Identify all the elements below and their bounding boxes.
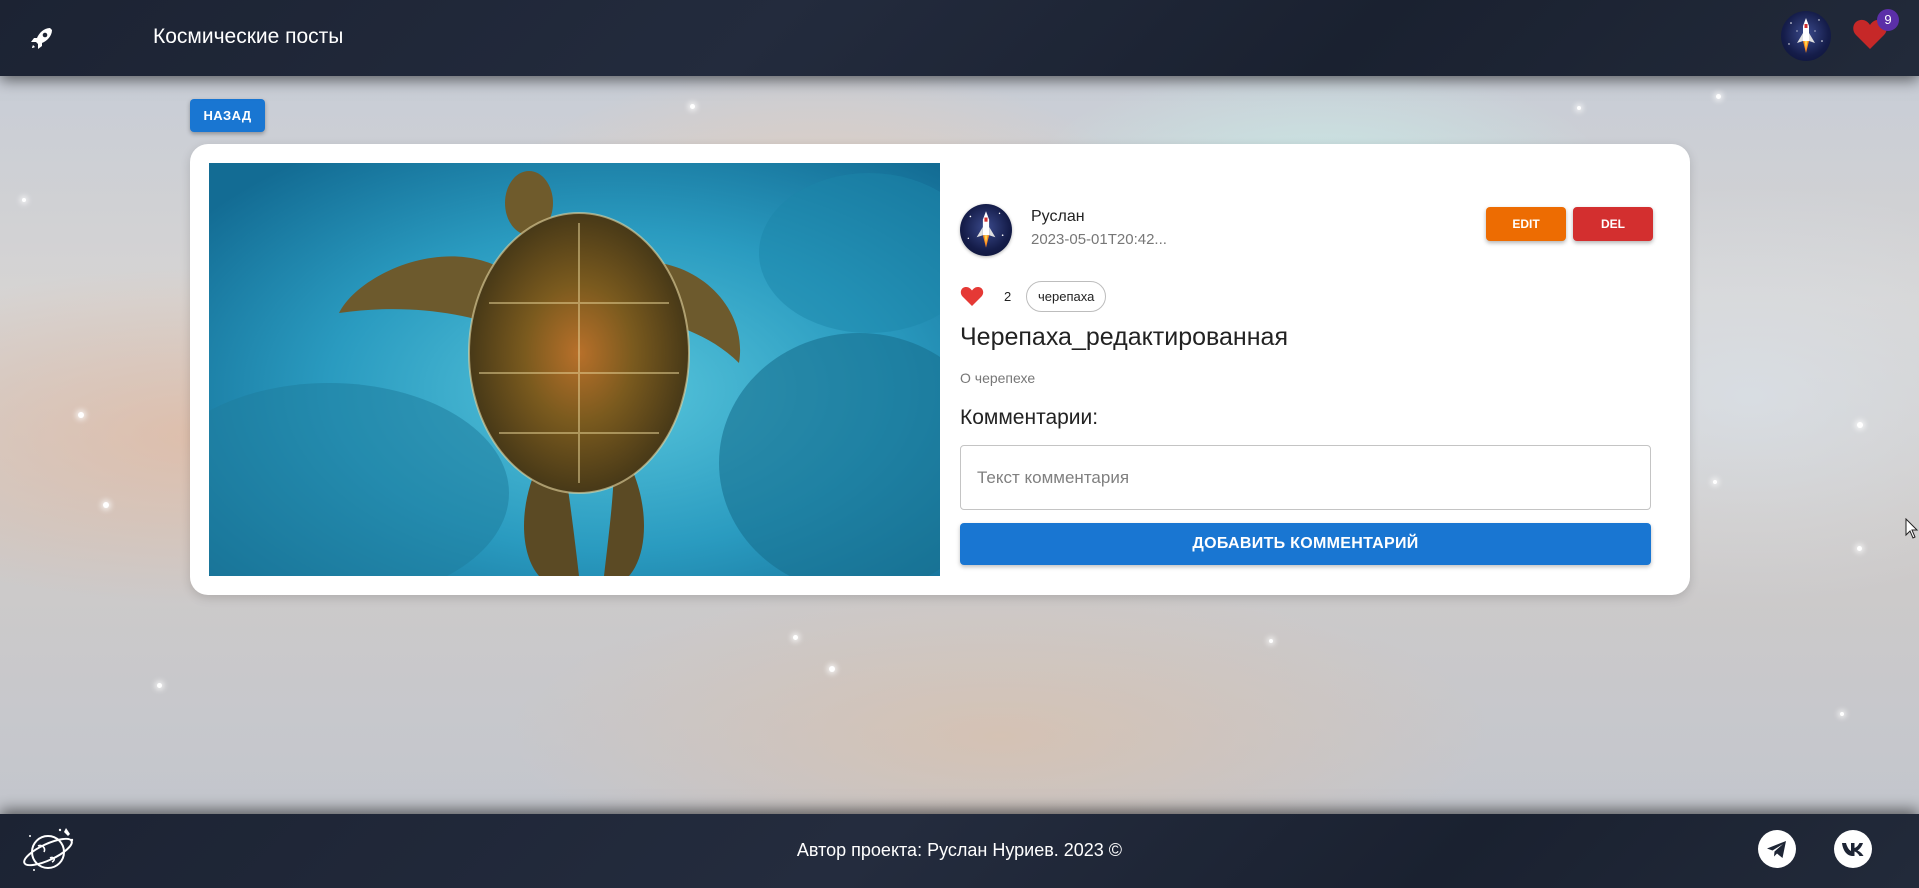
star <box>1840 712 1844 716</box>
app-footer: Автор проекта: Руслан Нуриев. 2023 © <box>0 814 1919 888</box>
star <box>103 502 109 508</box>
comments-heading: Комментарии: <box>960 406 1099 429</box>
footer-copyright: Автор проекта: Руслан Нуриев. 2023 © <box>796 840 1123 860</box>
star <box>1269 639 1273 643</box>
comment-input[interactable] <box>960 445 1651 510</box>
star <box>22 198 26 202</box>
mouse-cursor-icon <box>1905 518 1919 539</box>
shuttle-icon <box>967 211 1004 248</box>
star <box>1713 480 1717 484</box>
rocket-icon[interactable] <box>28 24 56 52</box>
star <box>793 635 798 640</box>
post-description: О черепехе <box>960 370 1036 386</box>
star <box>78 412 84 418</box>
star <box>1857 422 1863 428</box>
star <box>1716 94 1721 99</box>
post-title: Черепаха_редактированная <box>960 323 1288 351</box>
author-avatar[interactable] <box>960 204 1012 256</box>
star <box>690 104 695 109</box>
app-title[interactable]: Космические посты <box>153 24 343 50</box>
edit-button[interactable]: EDIT <box>1486 207 1566 241</box>
post-image <box>209 163 940 576</box>
like-heart-icon[interactable] <box>960 285 984 307</box>
star <box>1577 106 1581 110</box>
telegram-icon <box>1767 841 1786 858</box>
post-date: 2023-05-01T20:42... <box>1031 231 1167 248</box>
like-count: 2 <box>1004 289 1012 304</box>
star <box>829 666 835 672</box>
back-button[interactable]: НАЗАД <box>190 99 265 132</box>
star <box>157 683 162 688</box>
star <box>1857 546 1862 551</box>
tag-chip[interactable]: черепаха <box>1026 281 1107 312</box>
vk-icon <box>1842 843 1864 856</box>
delete-button[interactable]: DEL <box>1573 207 1653 241</box>
favorites-count-badge: 9 <box>1877 9 1899 31</box>
user-avatar[interactable] <box>1781 11 1831 61</box>
vk-link[interactable] <box>1834 830 1872 868</box>
turtle-photo <box>209 163 940 576</box>
shuttle-icon <box>1788 18 1823 53</box>
telegram-link[interactable] <box>1758 830 1796 868</box>
app-header: Космические посты 9 <box>0 0 1919 76</box>
author-name: Руслан <box>1031 208 1085 225</box>
post-card: Руслан 2023-05-01T20:42... EDIT DEL 2 че… <box>190 144 1690 595</box>
add-comment-button[interactable]: ДОБАВИТЬ КОММЕНТАРИЙ <box>960 523 1651 565</box>
